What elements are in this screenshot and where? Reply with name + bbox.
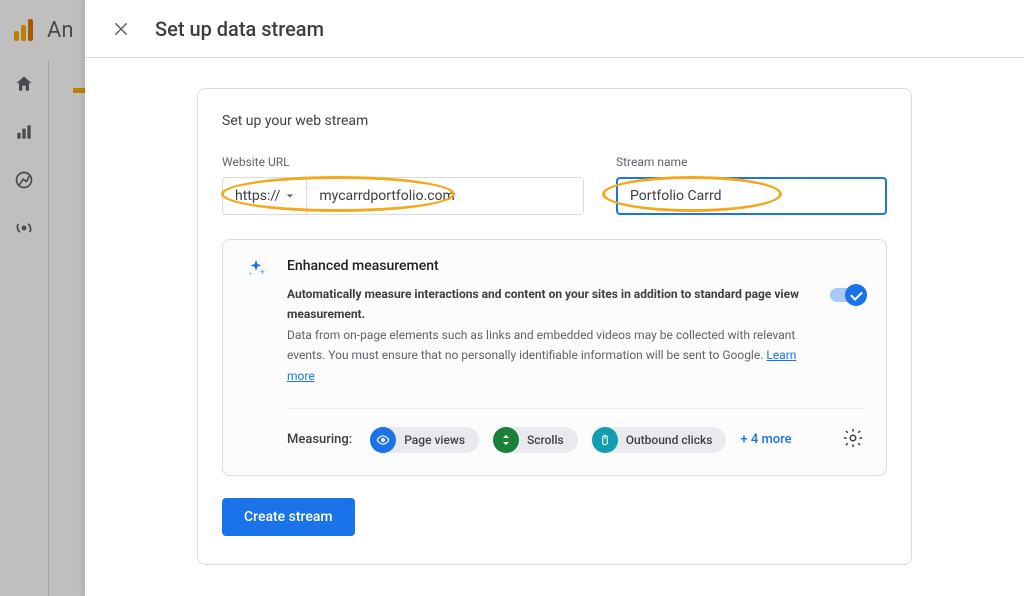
settings-button[interactable] (842, 427, 864, 453)
card-subtitle: Set up your web stream (222, 113, 887, 129)
measuring-label: Measuring: (287, 432, 352, 447)
close-icon (112, 20, 130, 38)
stream-name-input[interactable] (616, 177, 887, 215)
protocol-value: https:// (235, 188, 280, 204)
sparkle-icon (245, 258, 267, 284)
modal-title: Set up data stream (155, 17, 324, 41)
more-chips-link[interactable]: + 4 more (740, 432, 791, 447)
eye-icon (370, 427, 396, 453)
close-button[interactable] (109, 17, 133, 41)
check-icon (845, 284, 867, 306)
mouse-icon (592, 427, 618, 453)
scroll-icon (493, 427, 519, 453)
protocol-dropdown[interactable]: https:// (223, 178, 307, 214)
website-url-input[interactable] (307, 178, 583, 214)
chip-page-views: Page views (370, 427, 479, 453)
enhanced-description: Automatically measure interactions and c… (287, 284, 810, 386)
create-stream-button[interactable]: Create stream (222, 498, 355, 536)
setup-stream-panel: Set up data stream Set up your web strea… (85, 0, 1024, 596)
stream-name-label: Stream name (616, 155, 887, 169)
chip-scrolls: Scrolls (493, 427, 578, 453)
gear-icon (842, 427, 864, 449)
url-label: Website URL (222, 155, 584, 169)
enhanced-measurement-box: Enhanced measurement Automatically measu… (222, 239, 887, 476)
chevron-down-icon (286, 192, 294, 200)
enhanced-title: Enhanced measurement (287, 258, 810, 274)
enhanced-toggle[interactable] (830, 288, 864, 302)
chip-outbound: Outbound clicks (592, 427, 727, 453)
